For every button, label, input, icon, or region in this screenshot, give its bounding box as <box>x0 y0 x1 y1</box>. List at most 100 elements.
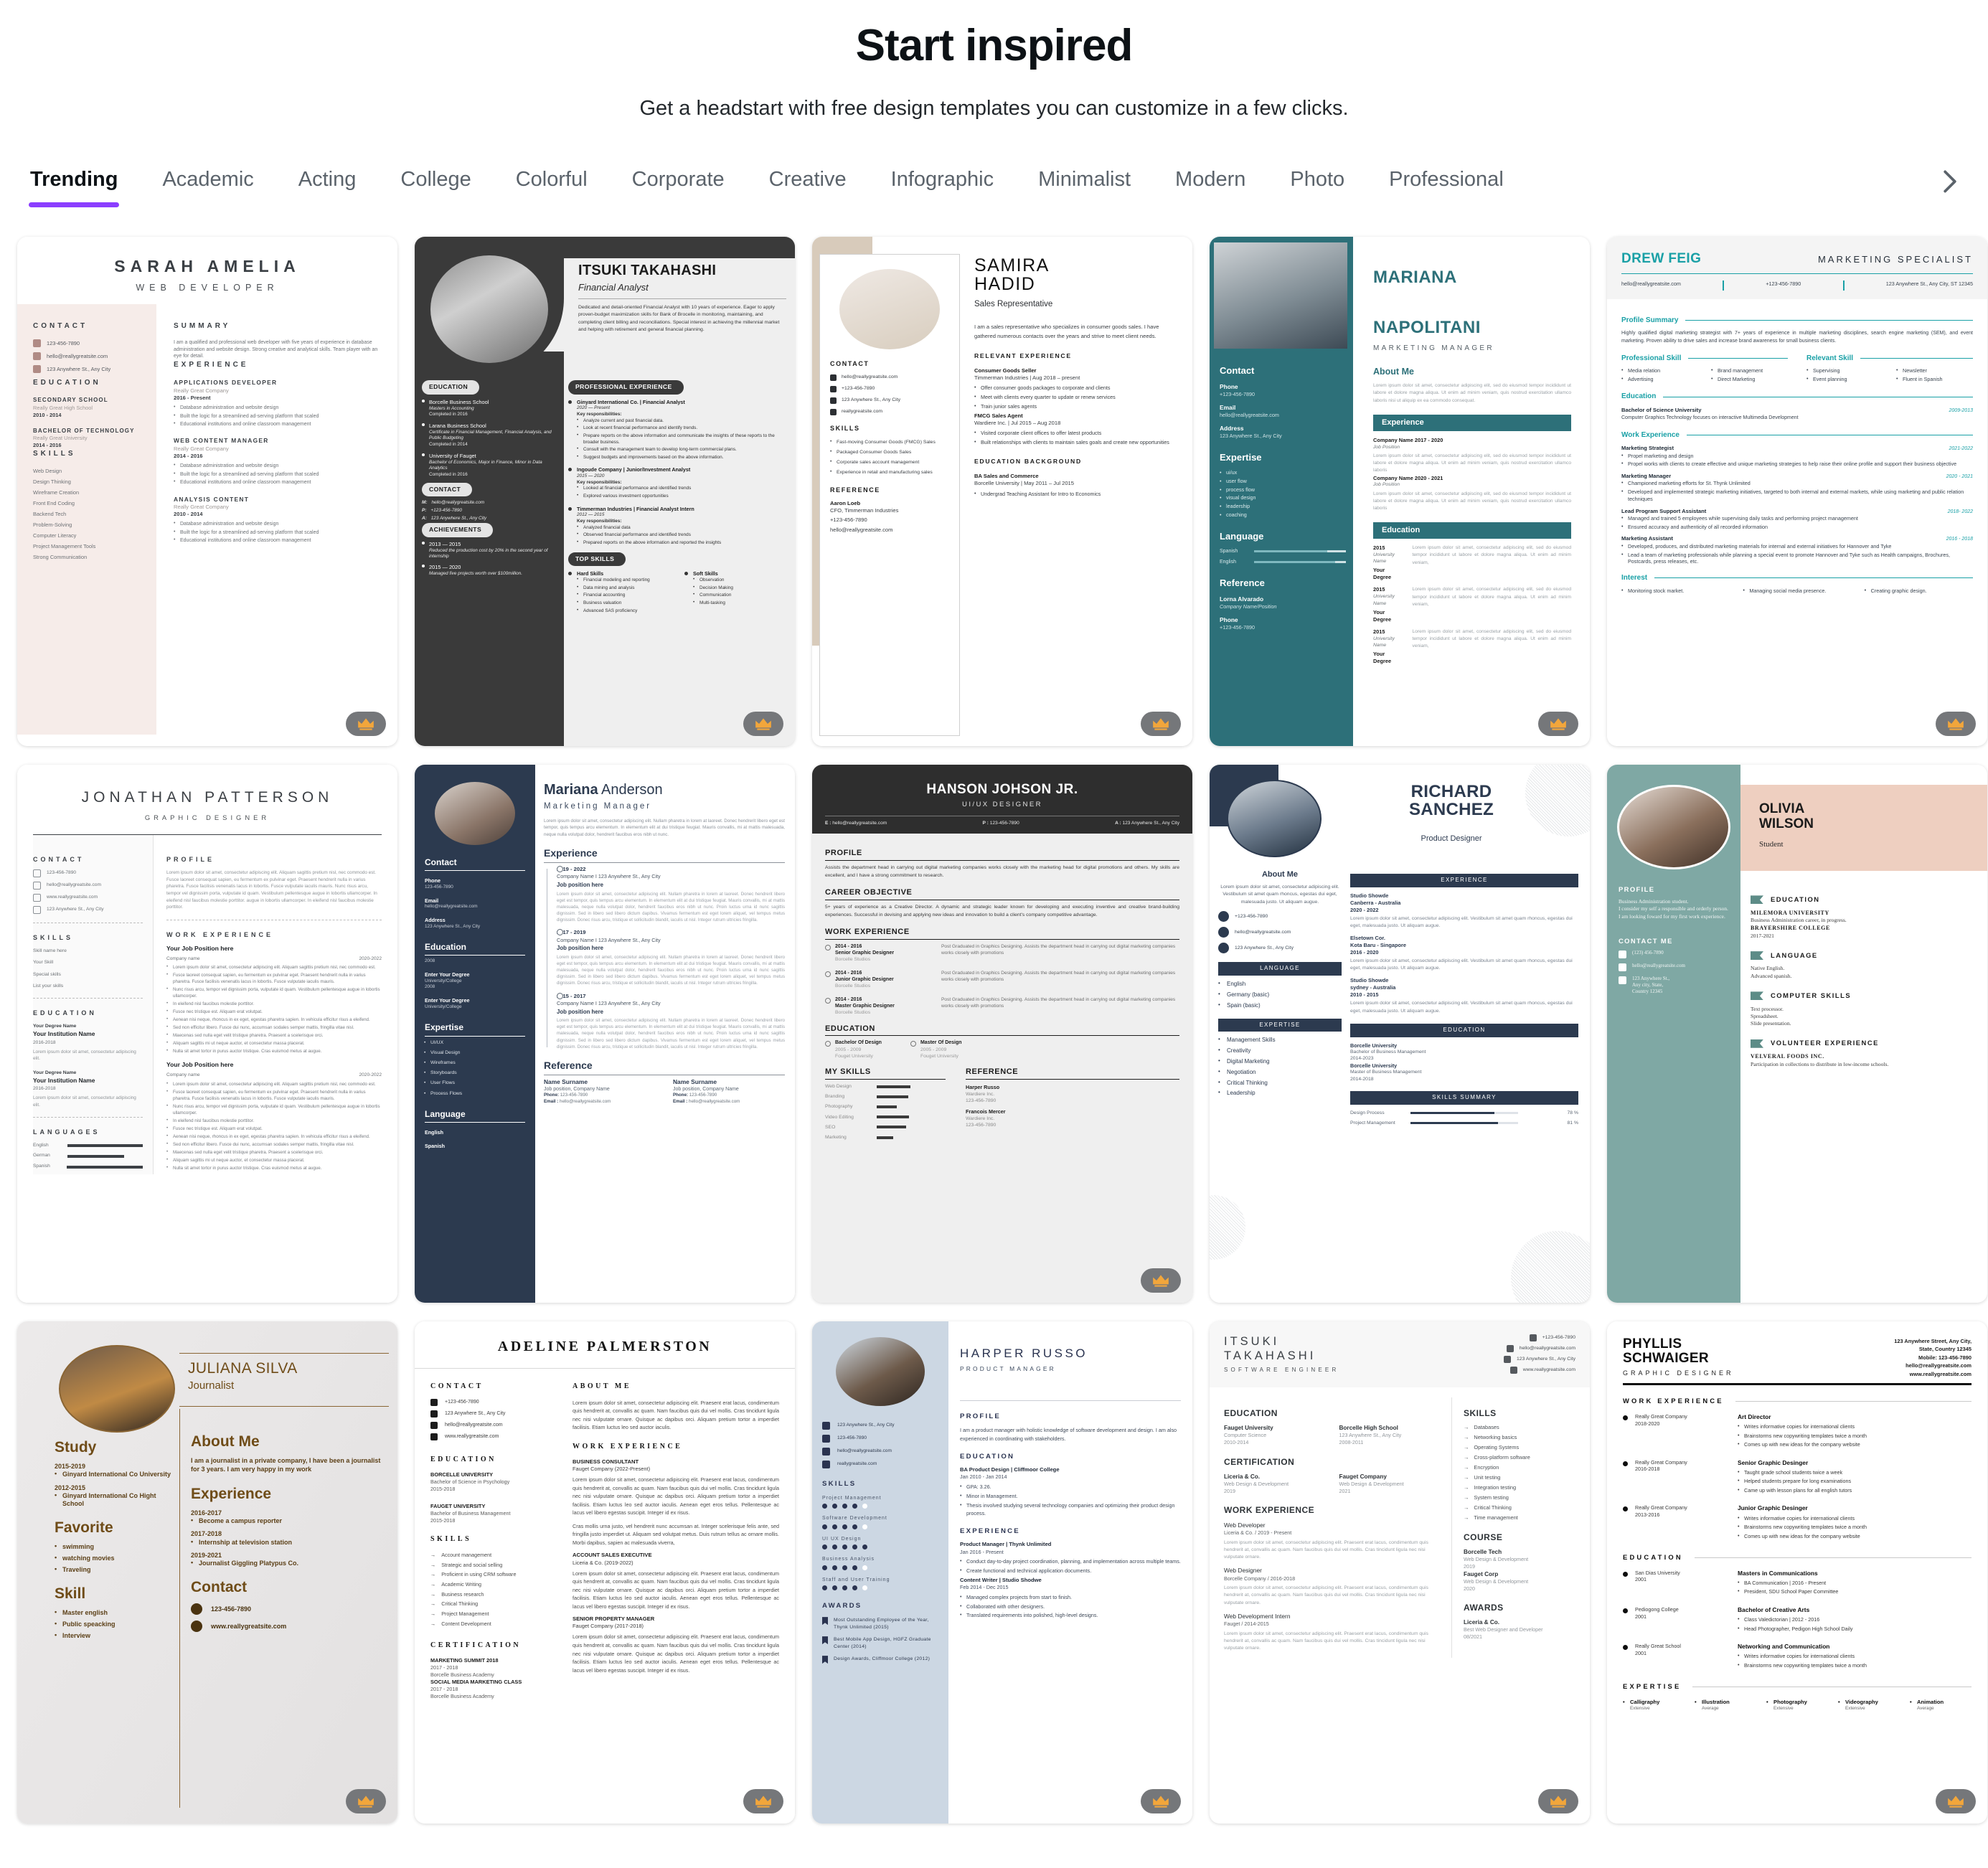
template-card-olivia-wilson[interactable]: PROFILE Business Administration student. … <box>1607 765 1987 1303</box>
section-heading: EDUCATION BACKGROUND <box>974 458 1082 466</box>
contact-value: hello@reallygreatsite.com <box>47 352 108 359</box>
expertise-list: Management Skills Creativity Digital Marke… <box>1218 1036 1342 1098</box>
name-first: Mariana <box>544 782 598 798</box>
contact-icon <box>822 1422 830 1430</box>
award-item: Best Mobile App Design, HGFZ Graduate Ce… <box>822 1636 938 1650</box>
template-card-jonathan-patterson[interactable]: JONATHAN PATTERSON GRAPHIC DESIGNER CONTAC… <box>17 765 397 1303</box>
job-location: Kota Baru - Singapore <box>1350 942 1407 949</box>
tab-infographic[interactable]: Infographic <box>891 168 994 207</box>
arrow-icon: → <box>1464 1484 1469 1491</box>
work-detail: Junior Graphic Desinger Writes informativ… <box>1738 1504 1971 1542</box>
contact-block: 123 Anywhere Street, Any City, State, Cou… <box>1894 1337 1971 1378</box>
divider-top <box>179 1353 389 1354</box>
template-card-itsuki-takahashi-software[interactable]: ITSUKI TAKAHASHI SOFTWARE ENGINEER +123-456… <box>1210 1321 1590 1824</box>
education-left: 2015 University Name Your Degree <box>1373 628 1403 665</box>
contact-icon <box>33 906 41 915</box>
job-text: Lorem ipsum dolor sit amet, consectetur … <box>1373 491 1571 511</box>
education-text: Computer Graphics Technology focuses on … <box>1621 415 1799 421</box>
list-item: swimming <box>55 1542 178 1551</box>
reference-position: Job position, Company Name <box>544 1087 610 1093</box>
education-row: Really Great School 2001 Networking and Co… <box>1623 1643 1971 1671</box>
contact-item: hello@reallygreatsite.com <box>1218 927 1342 938</box>
contact-icon <box>822 1448 830 1456</box>
list-item: Nunc risus arcu, tempor vel dignissim po… <box>166 986 382 1000</box>
contact-item: hello@reallygreatsite.com <box>1504 1345 1575 1352</box>
tab-creative[interactable]: Creative <box>769 168 847 207</box>
list-item: Suggest budgets and improvements based o… <box>577 454 788 461</box>
sidebar-content: Contact Phone +123-456-7890 Email hello@real… <box>1220 353 1346 631</box>
tabs-next-button[interactable] <box>1933 165 1966 198</box>
job-years: 2016 - 2020 <box>1350 949 1379 956</box>
tab-corporate[interactable]: Corporate <box>632 168 725 207</box>
phone-label: Phone: <box>673 1093 688 1098</box>
tab-trending[interactable]: Trending <box>28 168 120 207</box>
achievement-text: Reduced the production cost by 20% in th… <box>429 547 548 560</box>
template-card-richard-sanchez[interactable]: RICHARD SANCHEZ Product Designer About Me Lo… <box>1210 765 1590 1303</box>
list-item: BA Communication | 2016 - Present <box>1738 1579 1971 1587</box>
job-text: Lorem ipsum dolor sit amet, consectetur … <box>557 891 785 923</box>
section-heading: Professional Skill <box>1621 354 1788 364</box>
resume-preview: 123 Anywhere St., Any City 123-456-7890 he… <box>812 1321 1192 1824</box>
resume-header: DREW FEIG MARKETING SPECIALIST hello@reall… <box>1607 237 1987 299</box>
job-text: Lorem ipsum dolor sit amet, consectetur … <box>1350 1001 1573 1014</box>
arrow-icon: → <box>430 1571 436 1578</box>
left-column: CONTACT 123-456-7890 hello@reallygreatsite… <box>33 835 154 1175</box>
contact-value: www.reallygreatsite.com <box>47 895 98 900</box>
tab-photo[interactable]: Photo <box>1290 168 1344 207</box>
contact-value: 123-456-7890 <box>211 1605 252 1613</box>
template-card-sarah-amelia[interactable]: SA SARAH AMELIA WEB DEVELOPER CONTACT 123-45… <box>17 237 397 746</box>
timeline-dot <box>1623 1461 1628 1466</box>
template-card-itsuki-takahashi-financial[interactable]: ITSUKI TAKAHASHI Financial Analyst Dedicat… <box>415 237 795 746</box>
job-years: Jan 2016 - Present <box>960 1548 1004 1555</box>
list-item: Analyzed financial data <box>577 524 788 532</box>
right-column: HARPER RUSSO PRODUCT MANAGER PROFILE I am a… <box>960 1346 1181 1621</box>
tab-modern[interactable]: Modern <box>1175 168 1245 207</box>
expertise-item: leadership <box>1220 503 1346 510</box>
work-meta: Really Great Company 2013-2016 <box>1635 1504 1687 1542</box>
list-item: Prepared reports on the above informatio… <box>577 539 788 547</box>
template-card-mariana-napolitani[interactable]: Contact Phone +123-456-7890 Email hello@real… <box>1210 237 1590 746</box>
template-card-harper-russo[interactable]: 123 Anywhere St., Any City 123-456-7890 he… <box>812 1321 1192 1824</box>
skill-name: Critical Thinking <box>441 1600 479 1608</box>
contact-row: E : hello@reallygreatsite.com P : 123-456… <box>825 815 1179 827</box>
education-detail: Bachelor of Creative Arts Class Valedicto… <box>1738 1606 1971 1634</box>
contact-item: 123 Anywhere St., Any City <box>33 906 143 915</box>
tab-colorful[interactable]: Colorful <box>516 168 588 207</box>
sidebar-content: PROFILE Business Administration student. … <box>1607 765 1740 1000</box>
pro-crown-badge <box>743 1789 783 1813</box>
list-item: Financial accounting <box>577 592 672 599</box>
left-column: CONTACT +123-456-7890 123 Anywhere St., An… <box>430 1382 558 1700</box>
skill-item: → Databases <box>1464 1424 1575 1431</box>
tab-academic[interactable]: Academic <box>162 168 253 207</box>
education-degree: Your Degree Name <box>33 1070 77 1075</box>
template-card-adeline-palmerston[interactable]: ADELINE PALMERSTON CONTACT +123-456-7890 12… <box>415 1321 795 1824</box>
template-card-mariana-anderson[interactable]: Contact Phone 123-456-7890 Email hello@reall… <box>415 765 795 1303</box>
job-title: APPLICATIONS DEVELOPER <box>174 379 278 387</box>
skill-cols: Media relationAdvertising Brand managemen… <box>1621 367 1788 384</box>
template-card-juliana-silva[interactable]: JULIANA SILVAJournalistStudy2015-2019Gin… <box>17 1321 397 1824</box>
education-school: Really Great School <box>1635 1643 1681 1650</box>
contact-icon <box>1218 943 1229 954</box>
resume-role: MARKETING SPECIALIST <box>1817 254 1973 265</box>
skill-row: Web Design <box>825 1083 946 1090</box>
right-column: EDUCATION MILEMORA UNIVERSITY Business Adm… <box>1751 884 1977 1068</box>
timeline-left: San Dias University 2001 <box>1623 1570 1729 1598</box>
template-card-phyllis-schwaiger[interactable]: PHYLLIS SCHWAIGER GRAPHIC DESIGNER 123 Anyw… <box>1607 1321 1987 1824</box>
template-card-samira-hadid[interactable]: CONTACT hello@reallygreatsite.com +123-456… <box>812 237 1192 746</box>
tab-acting[interactable]: Acting <box>298 168 357 207</box>
section-heading: SKILLS <box>33 934 74 942</box>
section-heading: Expertise <box>1220 451 1262 463</box>
left-sections: EDUCATION Borcelle Business School Masters… <box>422 380 558 581</box>
section-heading: EDUCATION <box>33 379 101 387</box>
template-card-drew-feig[interactable]: DREW FEIG MARKETING SPECIALIST hello@reall… <box>1607 237 1987 746</box>
tab-minimalist[interactable]: Minimalist <box>1038 168 1131 207</box>
contact-value: 123 Anywhere St., Any City <box>425 923 481 929</box>
resume-preview: HANSON JOHSON JR. UI/UX DESIGNER E : hello… <box>812 765 1192 1303</box>
resume-body: PROFILE Assists the department head in ca… <box>812 834 1192 1144</box>
template-card-hanson-johson[interactable]: HANSON JOHSON JR. UI/UX DESIGNER E : hello… <box>812 765 1192 1303</box>
tab-college[interactable]: College <box>400 168 471 207</box>
name-line1: ITSUKI <box>1224 1335 1280 1348</box>
tab-professional[interactable]: Professional <box>1389 168 1504 207</box>
section-heading: PROFILE <box>825 848 1179 862</box>
timeline-left: Pediogong College 2001 <box>1623 1606 1729 1634</box>
